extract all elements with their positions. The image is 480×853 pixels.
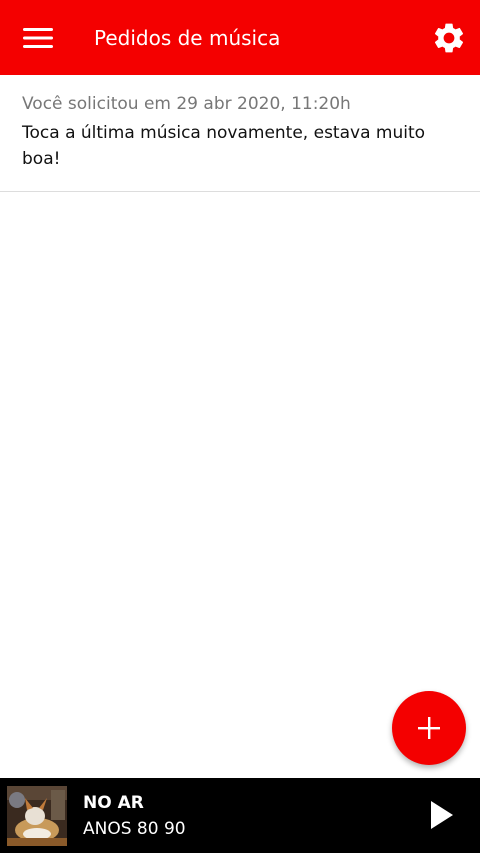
menu-button[interactable]: [18, 22, 58, 54]
request-message: Toca a última música novamente, estava m…: [22, 123, 426, 169]
page-title: Pedidos de música: [94, 26, 281, 50]
settings-button[interactable]: [430, 19, 468, 57]
list-item[interactable]: Você solicitou em 29 abr 2020, 11:20h To…: [0, 75, 480, 192]
play-icon: [431, 801, 453, 829]
gear-icon: [434, 23, 464, 53]
app-bar: Pedidos de música: [0, 0, 480, 75]
play-button[interactable]: [422, 794, 462, 836]
station-name: ANOS 80 90: [83, 819, 186, 839]
hamburger-menu-icon: [23, 28, 53, 48]
request-date: Você solicitou em 29 abr 2020, 11:20h: [22, 94, 351, 114]
add-request-button[interactable]: [392, 691, 466, 765]
player-status: NO AR: [83, 793, 144, 813]
album-cover: [7, 786, 67, 846]
plus-icon: [418, 717, 440, 739]
now-playing-bar[interactable]: NO AR ANOS 80 90: [0, 778, 480, 853]
